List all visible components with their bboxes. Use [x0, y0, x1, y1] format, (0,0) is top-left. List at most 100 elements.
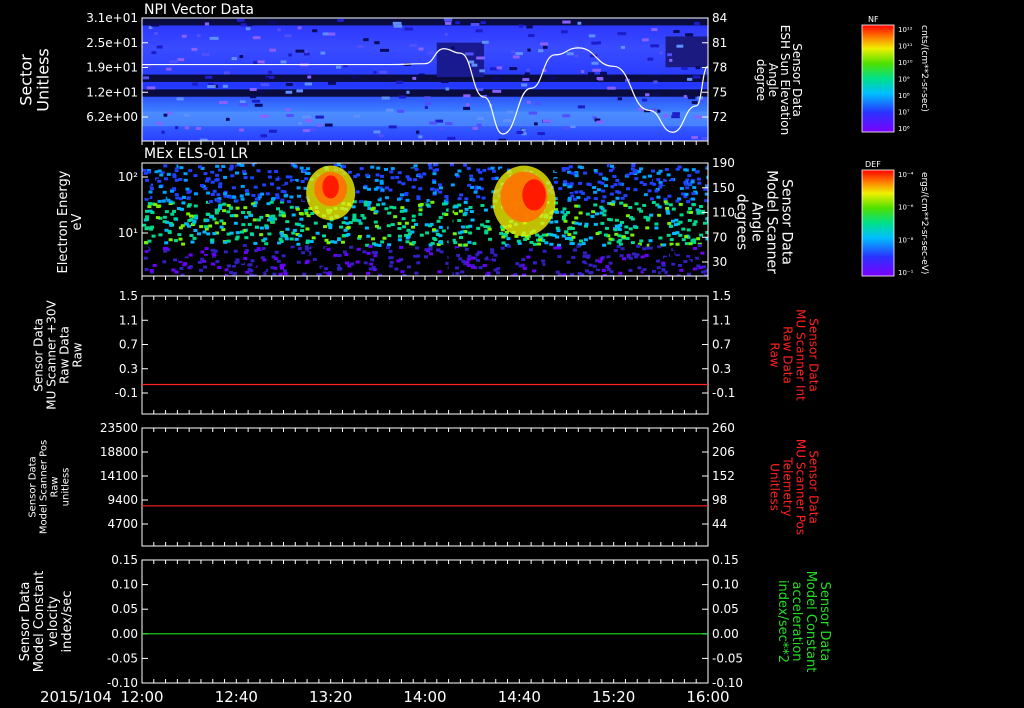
npi-cell: [250, 95, 257, 99]
els-cell: [486, 271, 491, 275]
els-cell: [168, 238, 173, 242]
els-cell: [501, 241, 506, 245]
els-cell: [250, 176, 255, 180]
els-cell: [612, 251, 617, 255]
els-cell: [656, 259, 661, 263]
els-cell: [222, 202, 227, 206]
els-cell: [561, 270, 566, 274]
npi-cell: [654, 92, 659, 96]
els-cell: [648, 246, 653, 250]
npi-cell: [424, 105, 428, 109]
els-cell: [485, 219, 490, 223]
els-cell: [526, 255, 531, 259]
els-cell: [292, 180, 297, 184]
els-cell: [428, 247, 433, 251]
npi-cell: [515, 52, 523, 56]
npi-cell: [380, 48, 390, 52]
els-cell: [608, 261, 613, 265]
els-cell: [188, 265, 193, 269]
els-cell: [235, 231, 240, 235]
els-cell: [702, 195, 707, 199]
els-cell: [205, 179, 210, 183]
els-cell: [149, 227, 154, 231]
npi-cell: [301, 115, 311, 119]
npi-cell: [542, 119, 551, 123]
els-cell: [404, 168, 409, 172]
label-line: Raw: [768, 342, 782, 367]
npi-cell: [537, 132, 545, 136]
els-cell: [260, 243, 265, 247]
els-colorbar: DEF 10⁻⁴ 10⁻⁶ 10⁻⁸ 10⁻¹ ergs/(cm**2-sr-sec-…: [861, 160, 929, 277]
els-cell: [672, 231, 677, 235]
els-cell: [218, 182, 223, 186]
els-cell: [210, 170, 215, 174]
npi-cell: [521, 128, 526, 132]
els-colorbar-units: ergs/(cm**2-sr-sec-eV): [919, 172, 929, 274]
npi-cell: [496, 66, 503, 70]
model_const-frame: [141, 559, 709, 684]
els-cell: [583, 171, 588, 175]
els-cell: [197, 244, 202, 248]
els-cell: [359, 167, 364, 171]
els-cell: [480, 203, 485, 207]
els-cell: [248, 213, 253, 217]
els-cell: [387, 243, 392, 247]
npi-cell: [507, 110, 514, 114]
els-cell: [395, 175, 400, 179]
els-cell: [251, 193, 256, 197]
npi-cell: [561, 30, 568, 34]
els-cell: [668, 184, 673, 188]
els-cell: [179, 166, 184, 170]
npi-cell: [476, 56, 485, 60]
npi-cell: [597, 41, 601, 45]
els-cell: [170, 189, 175, 193]
mu_raw-left-tick-label: 1.1: [119, 313, 138, 327]
els-cell: [215, 173, 220, 177]
els-cell: [397, 221, 402, 225]
els-cell: [593, 168, 598, 172]
npi-dark-band: [142, 74, 708, 82]
npi-cell: [657, 109, 661, 113]
els-cell: [357, 234, 362, 238]
npi-cell: [307, 75, 312, 79]
model_const-right-tick-label: 0.00: [712, 627, 739, 641]
els-cell: [642, 203, 647, 207]
npi-cell: [249, 87, 257, 91]
els-cell: [232, 271, 237, 275]
npi-cell: [225, 117, 230, 121]
els-cell: [557, 246, 562, 250]
els-cell: [292, 228, 297, 232]
els-cell: [521, 258, 526, 262]
els-cell: [192, 219, 197, 223]
colorbar-tick-label: 10⁻¹: [898, 269, 914, 277]
els-cell: [294, 237, 299, 241]
els-cell: [576, 244, 581, 248]
label-line: Raw Data: [781, 326, 795, 384]
npi-cell: [151, 51, 157, 55]
els-cell: [608, 169, 613, 173]
els-cell: [467, 254, 472, 258]
els-cell: [554, 220, 559, 224]
npi-cell: [260, 114, 269, 118]
els-cell: [228, 270, 233, 274]
els-cell: [562, 183, 567, 187]
els-cell: [380, 240, 385, 244]
npi-cell: [465, 103, 470, 107]
npi-colorbar-label: NF: [868, 15, 879, 24]
npi-cell: [238, 102, 248, 106]
els-cell: [549, 242, 554, 246]
els-cell: [362, 216, 367, 220]
els-cell: [600, 199, 605, 203]
npi-cell: [445, 87, 450, 91]
els-cell: [231, 186, 236, 190]
els-cell: [375, 195, 380, 199]
els-cell: [570, 194, 575, 198]
colorbar-tick-label: 10⁸: [898, 92, 910, 100]
els-cell: [161, 199, 166, 203]
npi-cell: [156, 45, 163, 49]
els-colorbar-ramp: [861, 169, 895, 277]
npi-cell: [373, 70, 377, 74]
els-cell: [457, 197, 462, 201]
label-line: Model Scanner: [764, 170, 780, 274]
els-cell: [620, 196, 625, 200]
